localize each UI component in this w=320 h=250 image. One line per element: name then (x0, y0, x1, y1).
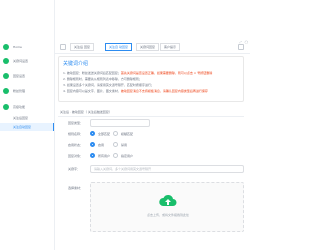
form-divider (58, 116, 244, 117)
audience-label: 回复对象： (68, 154, 84, 158)
radio-label: 模糊匹配 (121, 131, 134, 136)
tab-customer-tip[interactable]: 客户提示 (160, 43, 181, 51)
sidebar-item-keywords[interactable]: 关键词设置 (3, 56, 53, 66)
fans-icon (3, 88, 9, 94)
radio-circle (90, 142, 95, 147)
notice-text: 1. 被动回复：粉丝发送关键词后匹配回复； (63, 71, 121, 75)
radio-label: 启用 (98, 142, 105, 147)
rule-radio-all[interactable]: 全部匹配 (90, 131, 110, 136)
sidebar-item-fans[interactable]: 粉丝管理 (3, 86, 53, 96)
form-header: 关注后 · 被动回复（ 关注后触发回复） (60, 110, 112, 114)
sidebar-item-label: 回复设置 (13, 74, 26, 78)
radio-circle (113, 131, 118, 136)
sidebar-subitem-auto-reply[interactable]: 关注自动回复 (0, 123, 54, 131)
keyword-label: 关键字： (68, 167, 81, 171)
notice-box: 关键词介绍 1. 被动回复：粉丝发送关键词后匹配回复；首先关键词是否设置正确，如… (58, 56, 244, 102)
radio-circle (113, 142, 118, 147)
upload-hint: 点击上传，或将文件拖拽到此处 (146, 213, 189, 217)
radio-circle (113, 153, 118, 158)
tab-auto-reply[interactable]: 关注自 动回复 (105, 43, 132, 51)
radio-circle (90, 131, 95, 136)
notice-title: 关键词介绍 (63, 61, 89, 67)
radio-label: 全部匹配 (98, 131, 111, 136)
upload-dropzone[interactable]: 点击上传，或将文件拖拽到此处 (90, 182, 244, 232)
tab-follow-reply[interactable]: 关注后 回复 (70, 43, 94, 51)
keyword-input[interactable]: 请输入关键词，多个关键词用英文逗号隔开 (90, 165, 244, 173)
notice-text: 2. 删除规则时，需要先从规则列表中移除，方可删除规则； (63, 77, 142, 81)
sidebar-item-home[interactable]: Home (3, 42, 53, 52)
audience-radio-all[interactable]: 所有用户 (90, 153, 110, 158)
tab-close-all-icon[interactable] (238, 44, 244, 50)
sidebar: Home 关键词设置 回复设置 粉丝管理 高级功能 关注后回复 关注自动回复 (0, 0, 55, 250)
advanced-icon (3, 104, 9, 110)
radio-label: 禁用 (121, 142, 128, 147)
notice-highlight: 被动回复消息不支持模板消息，请确认回复内容类型后再进行保存 (120, 89, 208, 93)
status-radio-enable[interactable]: 启用 (90, 142, 104, 147)
media-label: 选择素材： (68, 186, 84, 190)
reply-icon (3, 73, 9, 79)
tab-keyword-reply[interactable]: 关键词回复 (136, 43, 160, 51)
status-radio-disable[interactable]: 禁用 (113, 142, 127, 147)
rule-radio-fuzzy[interactable]: 模糊匹配 (113, 131, 133, 136)
radio-circle (90, 153, 95, 158)
sidebar-item-advanced[interactable]: 高级功能 (3, 102, 53, 112)
rule-name-label: 规则名称： (68, 132, 84, 136)
tab-scroll-left-icon[interactable] (60, 44, 66, 50)
radio-label: 所有用户 (98, 153, 111, 158)
keyword-icon (3, 58, 9, 64)
sidebar-subitem-follow-reply[interactable]: 关注后回复 (0, 114, 54, 122)
sidebar-item-label: 关键词设置 (13, 59, 29, 63)
cloud-upload-icon (159, 194, 177, 206)
audience-radio-specific[interactable]: 指定用户 (113, 153, 133, 158)
status-label: 启用状态： (68, 143, 84, 147)
notice-text: 4. 回复内容可以是文字、图片、图文素材， (63, 89, 121, 93)
home-icon (3, 44, 9, 50)
reply-type-label: 回复类型： (68, 121, 84, 125)
user-avatar[interactable]: ◯ (245, 40, 248, 44)
radio-label: 指定用户 (121, 153, 134, 158)
notice-line: 4. 回复内容可以是文字、图片、图文素材，被动回复消息不支持模板消息，请确认回复… (63, 88, 239, 94)
tab-divider (55, 53, 250, 54)
sidebar-item-label: 粉丝管理 (13, 89, 26, 93)
notice-text: 3. 如果设置多个关键词，请使用英文逗号隔开，匹配时按顺序进行； (63, 83, 154, 87)
notice-highlight: 首先关键词是否设置正确，如果需要删除，则可以点击 × 号按钮删除 (120, 71, 213, 75)
reply-type-input[interactable] (90, 119, 150, 127)
sidebar-item-label: Home (13, 45, 22, 49)
sidebar-item-reply[interactable]: 回复设置 (3, 71, 53, 81)
sidebar-item-label: 高级功能 (13, 105, 26, 109)
